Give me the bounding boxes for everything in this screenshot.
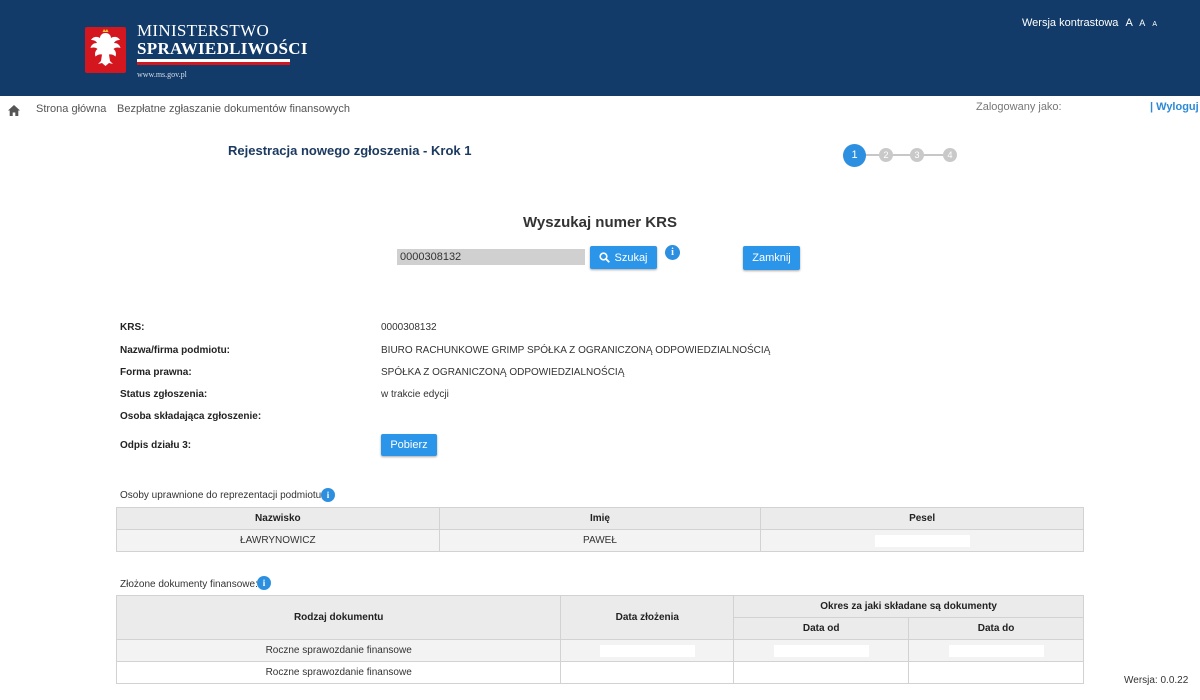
flag-stripe [137,59,290,65]
redacted-block [599,644,695,657]
column-header-document-type: Rodzaj dokumentu [115,595,562,640]
ministry-url: www.ms.gov.pl [137,70,187,79]
submitter-label: Osoba składająca zgłoszenie: [120,411,262,422]
step-4: 4 [943,148,957,162]
search-title: Wyszukaj numer KRS [523,214,677,231]
logged-in-label: Zalogowany jako: [976,101,1062,113]
ministry-name-line2: SPRAWIEDLIWOŚCI [137,39,308,58]
step-3: 3 [910,148,924,162]
redacted-block [874,534,970,547]
page-title: Rejestracja nowego zgłoszenia - Krok 1 [228,143,472,158]
entity-name-label: Nazwa/firma podmiotu: [120,345,231,356]
extract-label: Odpis działu 3: [120,440,192,451]
search-button[interactable]: Szukaj [590,246,657,269]
document-type-cell: Roczne sprawozdanie finansowe [115,661,562,684]
status-label: Status zgłoszenia: [120,389,208,400]
submission-date-cell [560,639,735,662]
redacted-block [948,644,1044,657]
download-button[interactable]: Pobierz [381,434,437,456]
breadcrumb-current[interactable]: Bezpłatne zgłaszanie dokumentów finansow… [117,103,350,115]
home-icon[interactable] [8,103,20,121]
surname-cell: ŁAWRYNOWICZ [116,529,440,552]
ministry-name-line1: MINISTERSTWO [137,21,270,40]
accessibility-controls: Wersja kontrastowa A A A [1022,17,1157,29]
entity-name-value: BIURO RACHUNKOWE GRIMP SPÓŁKA Z OGRANICZ… [381,345,771,356]
documents-label: Złożone dokumenty finansowe: [120,579,258,590]
submission-date-cell [560,661,735,684]
close-button[interactable]: Zamknij [743,246,800,270]
column-header-date-to: Data do [908,617,1084,640]
documents-table: Rodzaj dokumentu Data złożenia Okres za … [115,595,1084,684]
krs-search-input[interactable] [397,249,585,265]
date-to-cell [908,639,1084,662]
step-1: 1 [843,144,866,167]
table-row: ŁAWRYNOWICZ PAWEŁ [116,529,1084,552]
magnifier-icon [599,252,611,263]
redacted-block [773,644,869,657]
legal-form-label: Forma prawna: [120,367,192,378]
polish-eagle-emblem [85,27,126,73]
table-row: Roczne sprawozdanie finansowe [115,661,1084,684]
date-to-cell [908,661,1084,684]
logout-link[interactable]: | Wyloguj [1150,101,1199,113]
date-from-cell [733,639,910,662]
search-button-label: Szukaj [614,251,648,264]
step-indicator: 1 2 3 4 [843,144,963,168]
table-row: Roczne sprawozdanie finansowe [115,639,1084,662]
site-header: MINISTERSTWO SPRAWIEDLIWOŚCI www.ms.gov.… [0,0,1200,96]
status-value: w trakcie edycji [381,389,449,400]
name-cell: PAWEŁ [438,529,762,552]
krs-label: KRS: [120,322,145,333]
column-header-period: Okres za jaki składane są dokumenty [733,595,1084,618]
column-header-surname: Nazwisko [116,507,440,530]
column-header-date-from: Data od [733,617,910,640]
representatives-table: Nazwisko Imię Pesel ŁAWRYNOWICZ PAWEŁ [116,507,1084,552]
font-size-large[interactable]: A [1125,17,1132,29]
step-2: 2 [879,148,893,162]
info-icon[interactable]: i [257,576,271,590]
column-header-pesel: Pesel [760,507,1084,530]
contrast-version-link[interactable]: Wersja kontrastowa [1022,17,1118,29]
font-size-small[interactable]: A [1152,21,1157,28]
info-icon[interactable]: i [321,488,335,502]
app-version: Wersja: 0.0.22 [1124,675,1189,686]
krs-value: 0000308132 [381,322,437,333]
breadcrumb-home[interactable]: Strona główna [36,103,106,115]
font-size-medium[interactable]: A [1139,18,1145,28]
pesel-cell [760,529,1084,552]
column-header-submission-date: Data złożenia [560,595,735,640]
legal-form-value: SPÓŁKA Z OGRANICZONĄ ODPOWIEDZIALNOŚCIĄ [381,367,625,378]
column-header-name: Imię [438,507,762,530]
info-icon[interactable]: i [665,245,680,260]
date-from-cell [733,661,910,684]
document-type-cell: Roczne sprawozdanie finansowe [115,639,562,662]
representatives-label: Osoby uprawnione do reprezentacji podmio… [120,490,325,501]
